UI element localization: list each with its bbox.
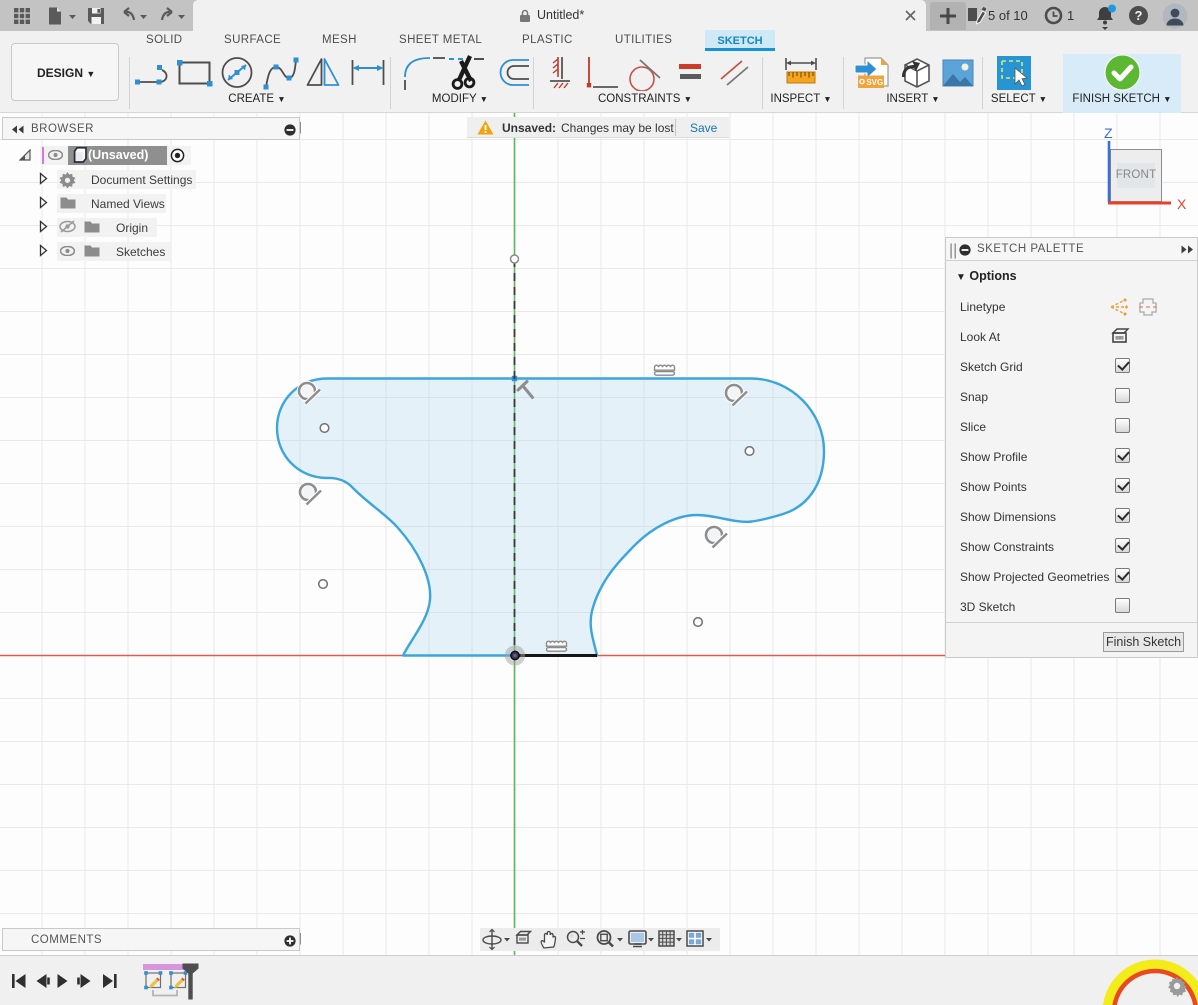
svg-text:X: X: [1177, 196, 1187, 212]
svg-text:Z: Z: [1104, 125, 1113, 141]
svg-text:?: ?: [1135, 8, 1143, 23]
svg-text:SVG: SVG: [866, 78, 883, 87]
